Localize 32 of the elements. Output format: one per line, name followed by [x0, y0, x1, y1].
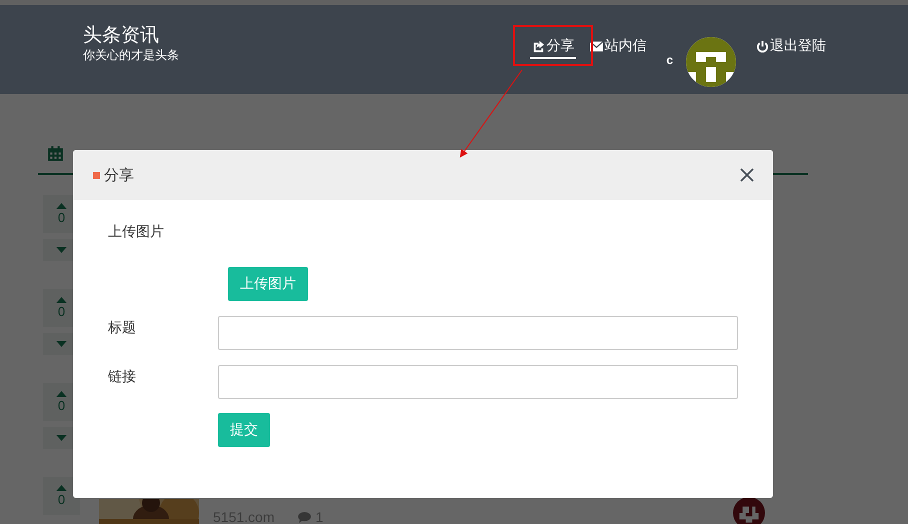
- upload-button[interactable]: 上传图片: [228, 267, 308, 301]
- share-link[interactable]: 分享: [530, 35, 576, 59]
- calendar-icon: [47, 145, 64, 162]
- submit-button[interactable]: 提交: [218, 413, 270, 447]
- power-icon: [756, 40, 769, 52]
- close-icon[interactable]: [740, 168, 754, 182]
- up-caret-icon: [56, 297, 67, 303]
- upload-label: 上传图片: [108, 222, 165, 241]
- field-label: 链接: [108, 367, 137, 385]
- site-title[interactable]: 头条资讯: [83, 24, 179, 48]
- field-label: 标题: [108, 318, 137, 336]
- upvote-button[interactable]: 0: [43, 477, 80, 515]
- dialog-title: 分享: [93, 166, 134, 184]
- down-caret-icon: [56, 435, 67, 441]
- up-caret-icon: [56, 203, 67, 209]
- messages-link[interactable]: 站内信: [588, 35, 648, 59]
- username: c: [666, 53, 673, 67]
- logout-link[interactable]: 退出登陆: [754, 35, 828, 59]
- vote-count: 0: [58, 211, 66, 225]
- down-caret-icon: [56, 341, 67, 347]
- comment-icon: [298, 512, 312, 523]
- share-icon: [532, 40, 546, 52]
- vote-count: 0: [58, 493, 66, 507]
- vote-count: 0: [58, 399, 66, 413]
- up-caret-icon: [56, 391, 67, 397]
- input-field[interactable]: [218, 365, 738, 399]
- up-caret-icon: [56, 485, 67, 491]
- down-caret-icon: [56, 247, 67, 253]
- site-slogan: 你关心的才是头条: [83, 48, 179, 62]
- vote-count: 0: [58, 305, 66, 319]
- input-field[interactable]: [218, 316, 738, 350]
- avatar[interactable]: [686, 37, 736, 87]
